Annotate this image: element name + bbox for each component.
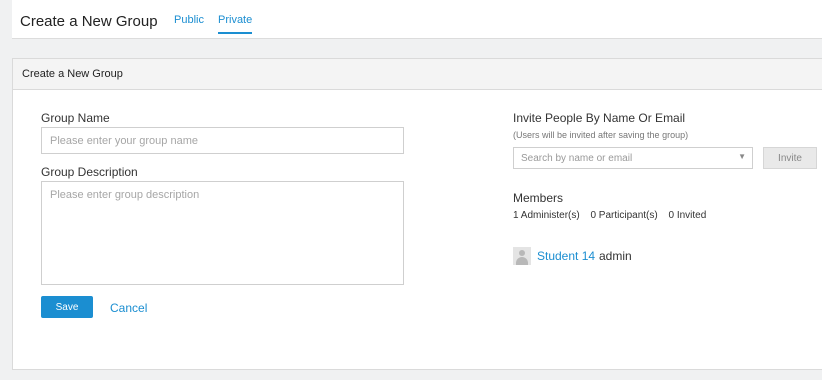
- members-title: Members: [513, 191, 564, 205]
- group-description-label: Group Description: [41, 165, 138, 179]
- participants-count: 0 Participant(s): [590, 210, 658, 221]
- card-header: Create a New Group: [13, 59, 822, 90]
- chevron-down-icon: ▼: [738, 152, 746, 161]
- member-role: admin: [599, 249, 632, 263]
- invite-title: Invite People By Name Or Email: [513, 111, 686, 125]
- user-avatar-icon: [513, 247, 531, 265]
- invite-subtitle: (Users will be invited after saving the …: [513, 130, 689, 140]
- group-name-label: Group Name: [41, 111, 110, 125]
- tab-private[interactable]: Private: [218, 14, 253, 34]
- create-group-card: Create a New Group Group Name Group Desc…: [12, 58, 822, 370]
- member-name-link[interactable]: Student 14: [537, 249, 595, 263]
- cancel-link[interactable]: Cancel: [110, 301, 147, 315]
- invited-count: 0 Invited: [668, 210, 707, 221]
- card-title: Create a New Group: [22, 68, 123, 80]
- group-description-textarea[interactable]: [41, 181, 404, 285]
- page-header: Create a New Group Public Private: [12, 0, 822, 39]
- administers-count: 1 Administer(s): [513, 210, 580, 221]
- invite-search-placeholder: Search by name or email: [521, 153, 633, 164]
- group-name-input[interactable]: [41, 127, 404, 154]
- page-title: Create a New Group: [20, 13, 158, 30]
- tab-public[interactable]: Public: [174, 14, 204, 26]
- save-button[interactable]: Save: [41, 296, 93, 318]
- invite-search-select[interactable]: Search by name or email ▼: [513, 147, 753, 169]
- invite-button[interactable]: Invite: [763, 147, 817, 169]
- member-counts: 1 Administer(s) 0 Participant(s) 0 Invit…: [513, 210, 714, 221]
